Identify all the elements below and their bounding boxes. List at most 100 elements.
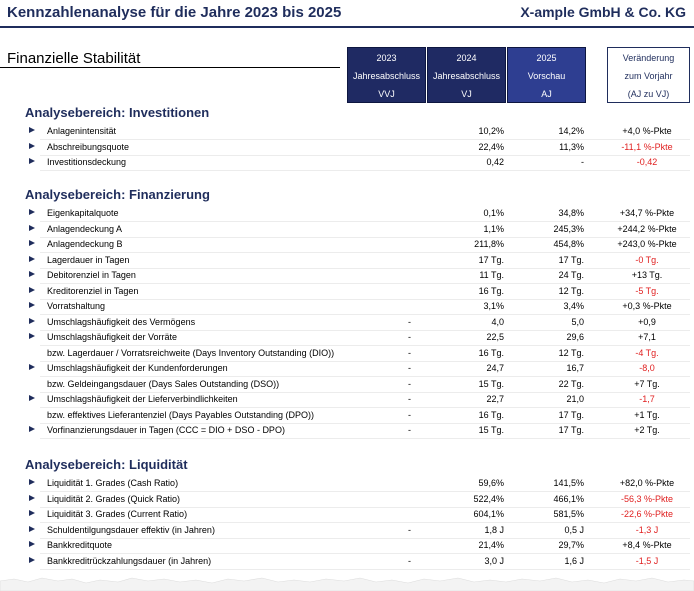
kpi-2024-value: 15 Tg.: [478, 425, 504, 435]
kpi-label: Umschlagshäufigkeit der Vorräte: [47, 332, 178, 342]
kpi-row: Anlagendeckung A 1,1% 245,3% +244,2 %-Pkte: [0, 222, 694, 237]
kpi-2025-value: 454,8%: [553, 239, 584, 249]
kpi-2024-value: 21,4%: [478, 540, 504, 550]
kpi-label: Vorratshaltung: [47, 301, 106, 311]
kpi-row: Umschlagshäufigkeit der Lieferverbindlic…: [0, 392, 694, 407]
kpi-2025-value: 12 Tg.: [558, 285, 584, 296]
kpi-2025-value: 24 Tg.: [558, 270, 584, 280]
torn-edge-decoration: [0, 577, 694, 591]
kpi-2024-value: 11 Tg.: [479, 270, 504, 280]
kpi-row: bzw. Lagerdauer / Vorratsreichweite (Day…: [0, 346, 694, 361]
kpi-row: Bankkreditrückzahlungsdauer (in Jahren) -…: [0, 554, 694, 569]
kpi-label: Umschlagshäufigkeit der Lieferverbindlic…: [47, 394, 238, 404]
kpi-change-value: +34,7 %-Pkte: [619, 208, 675, 218]
kpi-2025-value: 17 Tg.: [558, 425, 584, 435]
kpi-row: Umschlagshäufigkeit des Vermögens - 4,0 5,0…: [0, 315, 694, 330]
kpi-change-value: +7 Tg.: [634, 378, 660, 389]
kpi-label: Bankkreditrückzahlungsdauer (in Jahren): [47, 555, 212, 566]
kpi-change-value: +1 Tg.: [634, 409, 660, 420]
kpi-row: bzw. effektives Lieferantenziel (Days Pa…: [0, 408, 694, 423]
kpi-row: Bankkreditquote 21,4% 29,7% +8,4 %-Pkte: [0, 538, 694, 553]
bullet-arrow-icon: [29, 240, 35, 246]
bullet-arrow-icon: [29, 209, 35, 215]
bullet-arrow-icon: [29, 127, 35, 133]
kpi-change-value: +243,0 %-Pkte: [617, 239, 677, 249]
change-header-line: (AJ zu VJ): [627, 89, 670, 99]
bullet-arrow-icon: [29, 364, 35, 370]
kpi-2023-value: -: [408, 378, 411, 389]
kpi-2024-value: 22,7: [486, 394, 504, 404]
kpi-change-value: -0,42: [636, 157, 658, 167]
column-type: Jahresabschluss: [352, 71, 421, 81]
title-divider: [0, 26, 694, 28]
kpi-change-value: +8,4 %-Pkte: [622, 540, 672, 550]
bullet-arrow-icon: [29, 271, 35, 277]
kpi-row: Vorfinanzierungsdauer in Tagen (CCC = DI…: [0, 423, 694, 438]
bullet-arrow-icon: [29, 556, 35, 563]
kpi-2024-value: 24,7: [486, 363, 504, 373]
kpi-2025-value: 581,5%: [553, 509, 584, 519]
change-column-header: Veränderung zum Vorjahr (AJ zu VJ): [607, 47, 690, 103]
kpi-change-value: -22,6 %-Pkte: [620, 509, 674, 519]
kpi-2024-value: 1,1%: [483, 223, 504, 234]
kpi-label: Eigenkapitalquote: [47, 208, 119, 218]
bullet-arrow-icon: [29, 224, 35, 231]
kpi-label: Debitorenziel in Tagen: [47, 270, 136, 280]
kpi-2025-value: 11,3%: [559, 141, 584, 152]
column-year: 2023: [376, 53, 397, 63]
kpi-row: bzw. Geldeingangsdauer (Days Sales Outst…: [0, 377, 694, 392]
kpi-row: Debitorenziel in Tagen 11 Tg. 24 Tg. +13 Tg…: [0, 268, 694, 283]
kpi-2024-value: 211,8%: [474, 239, 504, 249]
bullet-arrow-icon: [29, 333, 35, 339]
kpi-2024-value: 10,2%: [478, 126, 504, 136]
kpi-row: Vorratshaltung 3,1% 3,4% +0,3 %-Pkte: [0, 299, 694, 314]
kpi-2023-value: -: [408, 555, 411, 566]
kpi-change-value: +4,0 %-Pkte: [622, 126, 672, 136]
kpi-2024-value: 0,1%: [483, 208, 504, 218]
kpi-label: Lagerdauer in Tagen: [47, 254, 130, 265]
kpi-2024-value: 16 Tg.: [478, 347, 504, 358]
kpi-row: Anlagendeckung B 211,8% 454,8% +243,0 %-Pkt…: [0, 237, 694, 252]
row-separator: [40, 438, 690, 439]
kpi-2023-value: -: [408, 347, 411, 358]
kpi-2024-value: 16 Tg.: [478, 285, 504, 296]
kpi-row: Liquidität 3. Grades (Current Ratio) 604,…: [0, 507, 694, 522]
kpi-2025-value: 0,5 J: [564, 524, 584, 535]
kpi-2025-value: 141,5%: [553, 478, 584, 488]
kpi-label: Anlagenintensität: [47, 126, 117, 136]
kpi-label: Liquidität 2. Grades (Quick Ratio): [47, 493, 181, 504]
kpi-2023-value: -: [408, 409, 411, 420]
kpi-row: Kreditorenziel in Tagen 16 Tg. 12 Tg. -5 Tg…: [0, 284, 694, 299]
kpi-change-value: +7,1: [638, 332, 656, 342]
kpi-row: Liquidität 2. Grades (Quick Ratio) 522,4%…: [0, 492, 694, 507]
kpi-change-value: -0 Tg.: [635, 254, 659, 265]
change-header-line: zum Vorjahr: [624, 71, 673, 81]
column-header-2025: 2025 Vorschau AJ: [507, 47, 586, 103]
column-type: Vorschau: [527, 71, 566, 81]
kpi-2024-value: 22,5: [486, 332, 504, 342]
kpi-2025-value: 17 Tg.: [558, 409, 584, 420]
column-year: 2025: [536, 53, 557, 63]
kpi-label: Liquidität 1. Grades (Cash Ratio): [47, 478, 179, 488]
column-code: VJ: [461, 89, 472, 99]
row-separator: [40, 170, 690, 171]
kpi-label: Vorfinanzierungsdauer in Tagen (CCC = DI…: [47, 425, 285, 435]
kpi-label: bzw. Geldeingangsdauer (Days Sales Outst…: [47, 378, 280, 389]
bullet-arrow-icon: [29, 395, 35, 401]
kpi-change-value: +0,9: [638, 316, 656, 327]
kpi-row: Abschreibungsquote 22,4% 11,3% -11,1 %-Pkte: [0, 140, 694, 155]
kpi-2023-value: -: [408, 394, 411, 404]
kpi-label: Bankkreditquote: [47, 540, 113, 550]
kpi-2023-value: -: [408, 425, 411, 435]
kpi-change-value: -8,0: [639, 363, 655, 373]
column-header-2024: 2024 Jahresabschluss VJ: [427, 47, 506, 103]
kpi-2025-value: 5,0: [571, 316, 584, 327]
bullet-arrow-icon: [29, 525, 35, 532]
kpi-change-value: +13 Tg.: [631, 270, 663, 280]
column-year: 2024: [456, 53, 477, 63]
kpi-change-value: -1,5 J: [635, 555, 659, 566]
kpi-row: Umschlagshäufigkeit der Vorräte - 22,5 29,6…: [0, 330, 694, 345]
bullet-arrow-icon: [29, 142, 35, 149]
bullet-arrow-icon: [29, 426, 35, 432]
kpi-2024-value: 522,4%: [473, 493, 504, 504]
